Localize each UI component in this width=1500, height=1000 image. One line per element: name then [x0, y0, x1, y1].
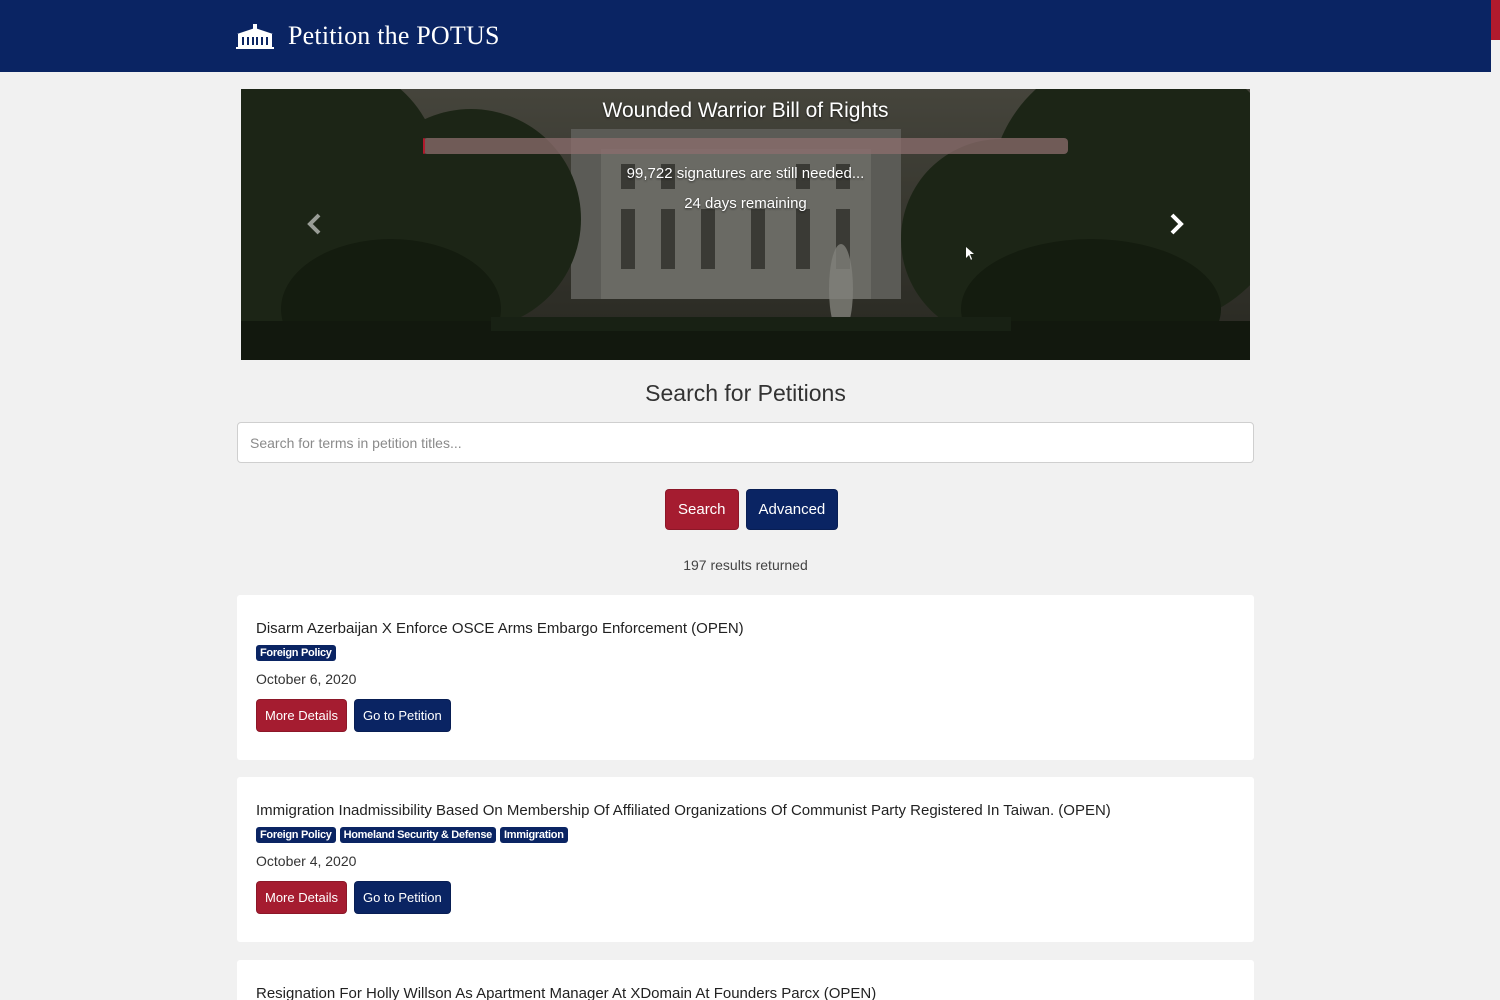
tag-badge: Homeland Security & Defense — [339, 827, 496, 843]
signature-progress-fill — [423, 138, 425, 154]
days-remaining-text: 24 days remaining — [684, 195, 807, 212]
petition-card: Immigration Inadmissibility Based On Mem… — [237, 777, 1254, 942]
search-buttons: Search Advanced — [665, 489, 839, 530]
tag-list: Foreign Policy — [256, 645, 1235, 661]
signature-progress-bar — [423, 138, 1068, 154]
tag-badge: Immigration — [500, 827, 568, 843]
go-to-petition-button[interactable]: Go to Petition — [353, 699, 451, 732]
petition-date: October 6, 2020 — [256, 671, 357, 687]
navbar: Petition the POTUS — [0, 0, 1491, 72]
petition-card: Resignation For Holly Willson As Apartme… — [237, 960, 1254, 1000]
tag-list: Foreign Policy Homeland Security & Defen… — [256, 827, 1235, 843]
more-details-button[interactable]: More Details — [256, 699, 347, 732]
go-to-petition-button[interactable]: Go to Petition — [353, 881, 451, 914]
scrollbar-thumb[interactable] — [1491, 0, 1500, 40]
tag-badge: Foreign Policy — [256, 827, 336, 843]
search-heading: Search for Petitions — [645, 380, 846, 406]
carousel-petition-title[interactable]: Wounded Warrior Bill of Rights — [241, 99, 1250, 123]
white-house-icon — [236, 23, 274, 49]
carousel-overlay — [241, 89, 1250, 360]
petition-title: Immigration Inadmissibility Based On Mem… — [256, 802, 1111, 819]
petition-title: Disarm Azerbaijan X Enforce OSCE Arms Em… — [256, 620, 744, 637]
chevron-left-icon — [307, 213, 321, 235]
search-button[interactable]: Search — [665, 489, 739, 530]
featured-carousel: Wounded Warrior Bill of Rights 99,722 si… — [241, 89, 1250, 360]
advanced-search-button[interactable]: Advanced — [745, 489, 839, 530]
petition-title: Resignation For Holly Willson As Apartme… — [256, 985, 877, 1000]
carousel-prev-button[interactable] — [299, 209, 329, 239]
petition-date: October 4, 2020 — [256, 853, 357, 869]
carousel-next-button[interactable] — [1162, 209, 1192, 239]
signatures-needed-text: 99,722 signatures are still needed... — [626, 165, 865, 182]
petition-card: Disarm Azerbaijan X Enforce OSCE Arms Em… — [237, 595, 1254, 760]
petition-actions: More Details Go to Petition — [256, 699, 1235, 732]
more-details-button[interactable]: More Details — [256, 881, 347, 914]
brand-link[interactable]: Petition the POTUS — [236, 18, 500, 54]
search-input[interactable] — [237, 422, 1254, 463]
mouse-cursor-icon — [966, 247, 974, 260]
brand-title: Petition the POTUS — [288, 21, 500, 50]
chevron-right-icon — [1170, 213, 1184, 235]
results-count: 197 results returned — [683, 557, 808, 573]
tag-badge: Foreign Policy — [256, 645, 336, 661]
scrollbar[interactable] — [1491, 0, 1500, 1000]
petition-actions: More Details Go to Petition — [256, 881, 1235, 914]
